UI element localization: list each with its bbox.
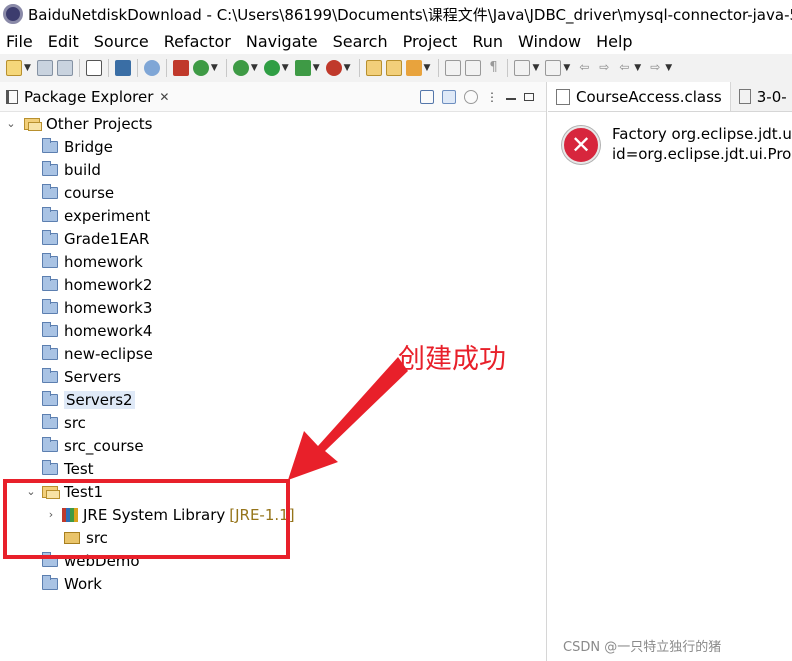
annotation-label: 创建成功: [398, 344, 506, 375]
annotation-arrow-shape: [288, 357, 408, 480]
annotation-highlight-box: [3, 479, 290, 559]
annotation-arrow: [288, 357, 408, 480]
watermark: CSDN @一只特立独行的猪: [563, 640, 722, 655]
